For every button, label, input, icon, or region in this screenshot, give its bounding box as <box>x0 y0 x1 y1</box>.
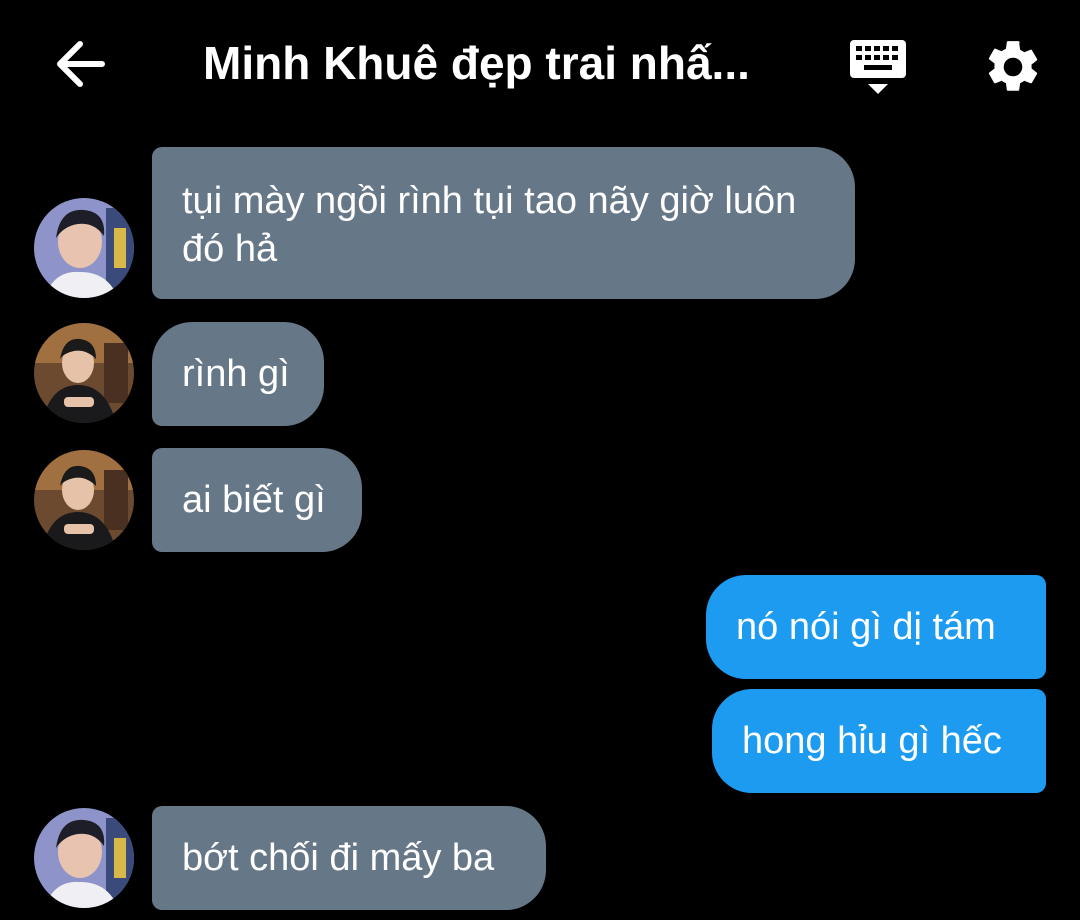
arrow-left-icon <box>57 41 105 87</box>
chat-title: Minh Khuê đẹp trai nhấ... <box>203 37 750 89</box>
avatar-photo <box>34 198 134 298</box>
avatar-photo <box>34 808 134 908</box>
avatar[interactable] <box>34 808 134 908</box>
message-text: hong hỉu gì hếc <box>742 720 1002 762</box>
keyboard-icon <box>850 40 906 94</box>
avatar-photo <box>34 450 134 550</box>
message-text: rình gì <box>182 353 290 395</box>
avatar-photo <box>34 323 134 423</box>
message-bubble-outgoing[interactable]: hong hỉu gì hếc <box>712 689 1046 793</box>
message-bubble-outgoing[interactable]: nó nói gì dị tám <box>706 575 1046 679</box>
keyboard-button[interactable] <box>846 36 910 98</box>
message-bubble-incoming[interactable]: rình gì <box>152 322 324 426</box>
message-bubble-incoming[interactable]: tụi mày ngồi rình tụi tao nãy giờ luôn đ… <box>152 147 855 299</box>
chat-header: Minh Khuê đẹp trai nhấ... <box>0 0 1080 130</box>
back-button[interactable] <box>52 38 108 90</box>
message-text: bớt chối đi mấy ba <box>182 837 495 879</box>
avatar[interactable] <box>34 323 134 423</box>
message-text: tụi mày ngồi rình tụi tao nãy giờ luôn đ… <box>182 180 797 270</box>
avatar[interactable] <box>34 198 134 298</box>
message-text: ai biết gì <box>182 479 326 521</box>
message-bubble-incoming[interactable]: bớt chối đi mấy ba <box>152 806 546 910</box>
gear-icon <box>988 41 1038 91</box>
message-bubble-incoming[interactable]: ai biết gì <box>152 448 362 552</box>
avatar[interactable] <box>34 450 134 550</box>
settings-button[interactable] <box>982 36 1044 98</box>
message-text: nó nói gì dị tám <box>736 606 996 648</box>
